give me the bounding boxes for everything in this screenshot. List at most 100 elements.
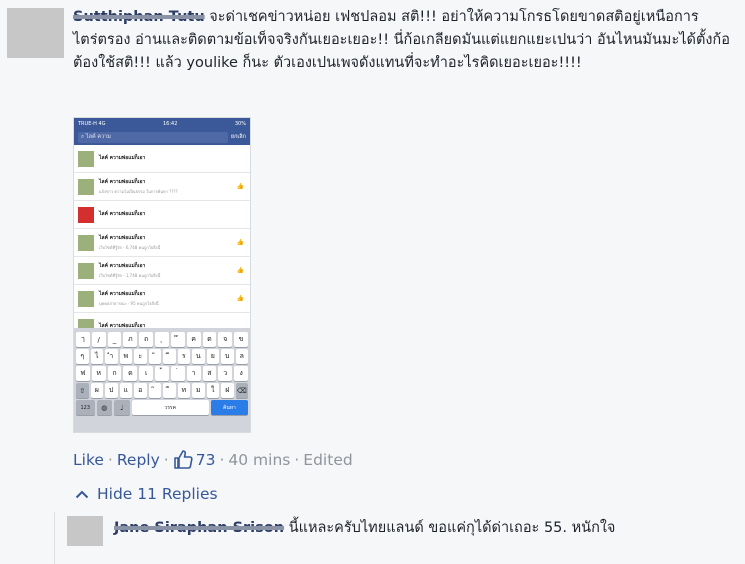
phone-result-item: ไลค์ ความพ่อแม่ก็เอา: [74, 145, 250, 173]
result-title: ไลค์ ความพ่อแม่ก็เอา: [99, 291, 146, 297]
globe-key-icon: ◍: [96, 400, 113, 415]
keyboard-key: ไ: [90, 349, 103, 364]
comment-actions: Like · Reply · 73 · 40 mins · Edited: [73, 450, 353, 469]
result-title: ไลค์ ความพ่อแม่ก็เอา: [99, 179, 146, 185]
keyboard-key: ผ: [90, 383, 103, 398]
reply-avatar[interactable]: [67, 516, 103, 546]
commenter-avatar[interactable]: [7, 8, 64, 58]
keyboard-key: ุ: [155, 332, 169, 347]
reply-body: Jane Siraphan Srison นี้แหละครับไทยแลนด์…: [114, 517, 674, 540]
result-subtitle: แจ้งข่าว ความไม่เป็นธรรม ในการค้นหา ????: [99, 189, 178, 194]
phone-result-item: ไลค์ ความพ่อแม่ก็เอา: [74, 201, 250, 229]
keyboard-key: ะ: [134, 349, 147, 364]
keyboard-key: ำ: [105, 349, 118, 364]
phone-search-box: ⌕ ไลค์ ความ: [78, 131, 228, 143]
keyboard-key: จ: [218, 332, 233, 347]
keyboard-key: แ: [119, 383, 132, 398]
keyboard-key: ร: [177, 349, 190, 364]
result-thumbnail: [78, 234, 94, 251]
reply-text: นี้แหละครับไทยแลนด์ ขอแค่กุได้ด่าเถอะ 55…: [288, 520, 616, 536]
keyboard-key: า: [186, 366, 201, 381]
result-subtitle: เว็บไซต์ที่รู้จัก · 1,748 คนถูกใจสิ่งนี้: [99, 273, 161, 278]
like-link[interactable]: Like: [73, 451, 104, 469]
result-subtitle: บุคคลสาธารณะ · 95 คนถูกใจสิ่งนี้: [99, 301, 159, 306]
keyboard-row-1: ๅ/_ภถุึคตจข: [76, 332, 248, 347]
numbers-key: 123: [76, 400, 95, 415]
keyboard-key: ท: [177, 383, 190, 398]
keyboard-key: ้: [155, 366, 169, 381]
phone-search-results: ไลค์ ความพ่อแม่ก็เอา ไลค์ ความพ่อแม่ก็เอา…: [74, 145, 250, 341]
hide-replies-label: Hide 11 Replies: [97, 485, 218, 503]
result-text: ไลค์ ความพ่อแม่ก็เอาบุคคลสาธารณะ · 95 คน…: [99, 290, 159, 307]
reply-link[interactable]: Reply: [117, 451, 160, 469]
mic-key-icon: ♩: [114, 400, 130, 415]
keyboard-key: ค: [186, 332, 201, 347]
keyboard-key: ใ: [206, 383, 219, 398]
chevron-up-icon: [75, 490, 89, 499]
comment-author-link[interactable]: Sutthiphan Tutu: [73, 9, 205, 25]
result-title: ไลค์ ความพ่อแม่ก็เอา: [99, 210, 146, 217]
keyboard-key: ฝ: [221, 383, 234, 398]
reply-thread-line: [54, 512, 55, 564]
result-text: ไลค์ ความพ่อแม่ก็เอาแจ้งข่าว ความไม่เป็น…: [99, 178, 178, 195]
result-title: ไลค์ ความพ่อแม่ก็เอา: [99, 154, 146, 161]
thumbs-up-icon[interactable]: [173, 450, 193, 469]
keyboard-key: ฟ: [76, 366, 90, 381]
result-title: ไลค์ ความพ่อแม่ก็เอา: [99, 235, 146, 241]
separator-dot: ·: [107, 450, 113, 469]
phone-status-bar: TRUE-H 4G 16:42 30%: [74, 118, 250, 129]
phone-search-text: ไลค์ ความ: [85, 134, 111, 140]
result-thumbnail: [78, 290, 94, 307]
space-key: วรรค: [131, 400, 209, 415]
keyboard-key: ั: [148, 349, 161, 364]
keyboard-key: ึ: [170, 332, 185, 347]
result-like-icon: 👍: [236, 267, 244, 274]
keyboard-key: ก: [107, 366, 122, 381]
keyboard-key: ต: [202, 332, 217, 347]
reaction-count[interactable]: 73: [196, 451, 216, 469]
hide-replies-link[interactable]: Hide 11 Replies: [75, 485, 218, 503]
result-text: ไลค์ ความพ่อแม่ก็เอา เว็บไซต์ที่รู้จัก · …: [99, 262, 160, 279]
search-key: ค้นหา: [210, 400, 248, 415]
keyboard-key: ป: [105, 383, 118, 398]
comment-body: Sutthiphan Tutu จะด่าเชคข่าวหน่อย เฟชปลอ…: [73, 6, 739, 75]
keyboard-key: ถ: [139, 332, 154, 347]
separator-dot: ·: [294, 450, 300, 469]
phone-result-item: ไลค์ ความพ่อแม่ก็เอาบุคคลสาธารณะ · 95 คน…: [74, 285, 250, 313]
result-thumbnail: [78, 206, 94, 223]
keyboard-key: _: [107, 332, 122, 347]
keyboard-row-4: ⇧ ผปแอิืทมใฝ⌫: [76, 383, 248, 398]
result-like-icon: 👍: [236, 295, 244, 302]
shift-key-icon: ⇧: [76, 383, 89, 398]
keyboard-row-5: 123 ◍ ♩ วรรค ค้นหา: [76, 400, 248, 415]
keyboard-key: ห: [91, 366, 106, 381]
phone-clock: 16:42: [163, 120, 178, 127]
phone-result-item: ไลค์ ความพ่อแม่ก็เอา เว็บไซต์ที่รู้จัก · …: [74, 229, 250, 257]
phone-result-item: ไลค์ ความพ่อแม่ก็เอาแจ้งข่าว ความไม่เป็น…: [74, 173, 250, 201]
keyboard-key: ี: [163, 349, 176, 364]
result-like-icon: 👍: [236, 239, 244, 246]
phone-cancel-label: ยกเลิก: [230, 134, 246, 140]
result-thumbnail: [78, 262, 94, 279]
keyboard-key: /: [91, 332, 106, 347]
keyboard-key: ง: [234, 366, 248, 381]
phone-battery: 30%: [234, 120, 246, 127]
keyboard-key: ว: [218, 366, 233, 381]
keyboard-row-2: ๆไำพะัีรนยบล: [76, 349, 248, 364]
keyboard-key: ิ: [148, 383, 161, 398]
phone-keyboard: ๅ/_ภถุึคตจข ๆไำพะัีรนยบล ฟหกดเ้่าสวง ⇧ ผ…: [74, 328, 250, 432]
keyboard-key: ่: [170, 366, 185, 381]
keyboard-key: ด: [123, 366, 138, 381]
edited-label[interactable]: Edited: [303, 451, 352, 469]
keyboard-key: ส: [202, 366, 217, 381]
keyboard-key: ๆ: [76, 349, 89, 364]
result-text: ไลค์ ความพ่อแม่ก็เอา เว็บไซต์ที่รู้จัก · …: [99, 234, 160, 251]
keyboard-key: น: [192, 349, 205, 364]
comment-attachment-screenshot[interactable]: TRUE-H 4G 16:42 30% ⌕ ไลค์ ความ ยกเลิก ไ…: [73, 117, 251, 433]
reply-author-link[interactable]: Jane Siraphan Srison: [114, 520, 284, 536]
phone-result-item: ไลค์ ความพ่อแม่ก็เอา เว็บไซต์ที่รู้จัก · …: [74, 257, 250, 285]
result-text: ไลค์ ความพ่อแม่ก็เอา: [99, 210, 145, 220]
separator-dot: ·: [219, 450, 225, 469]
keyboard-row-3: ฟหกดเ้่าสวง: [76, 366, 248, 381]
timestamp[interactable]: 40 mins: [228, 451, 290, 469]
